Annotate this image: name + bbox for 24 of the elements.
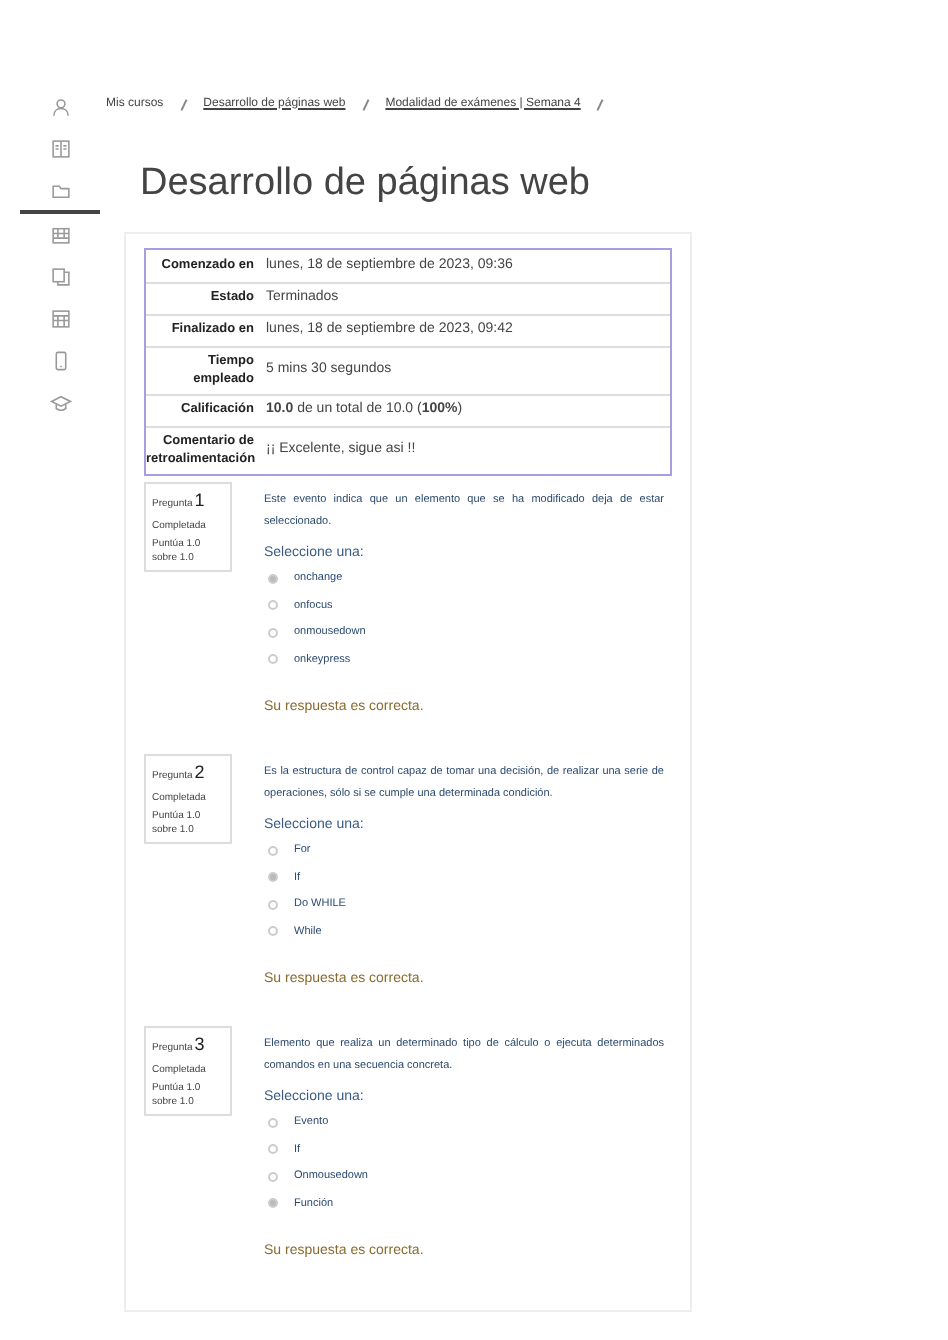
person-icon [49,96,71,118]
radio-button[interactable] [268,573,278,584]
radio-button[interactable] [268,1198,278,1209]
radio-button[interactable] [268,654,278,665]
radio-button[interactable] [268,627,278,638]
documents-icon [49,266,71,288]
radio-button[interactable] [268,872,278,883]
book-icon [49,138,71,160]
radio-button[interactable] [268,926,278,937]
page-title: Desarrollo de páginas web [140,164,592,202]
folder-icon [49,180,71,202]
question-number: 1 [194,488,205,514]
radio-button[interactable] [268,899,278,910]
radio-button[interactable] [268,1171,278,1182]
radio-button[interactable] [268,845,278,856]
radio-button[interactable] [268,600,278,611]
radio-button[interactable] [268,1117,278,1128]
table-icon [49,308,71,330]
sidebar-item[interactable] [20,180,100,214]
question-number: 2 [194,760,205,786]
radio-button[interactable] [268,1144,278,1155]
calendar-icon [49,224,71,246]
question-number: 3 [194,1032,205,1058]
graduation-cap-icon [49,392,71,414]
